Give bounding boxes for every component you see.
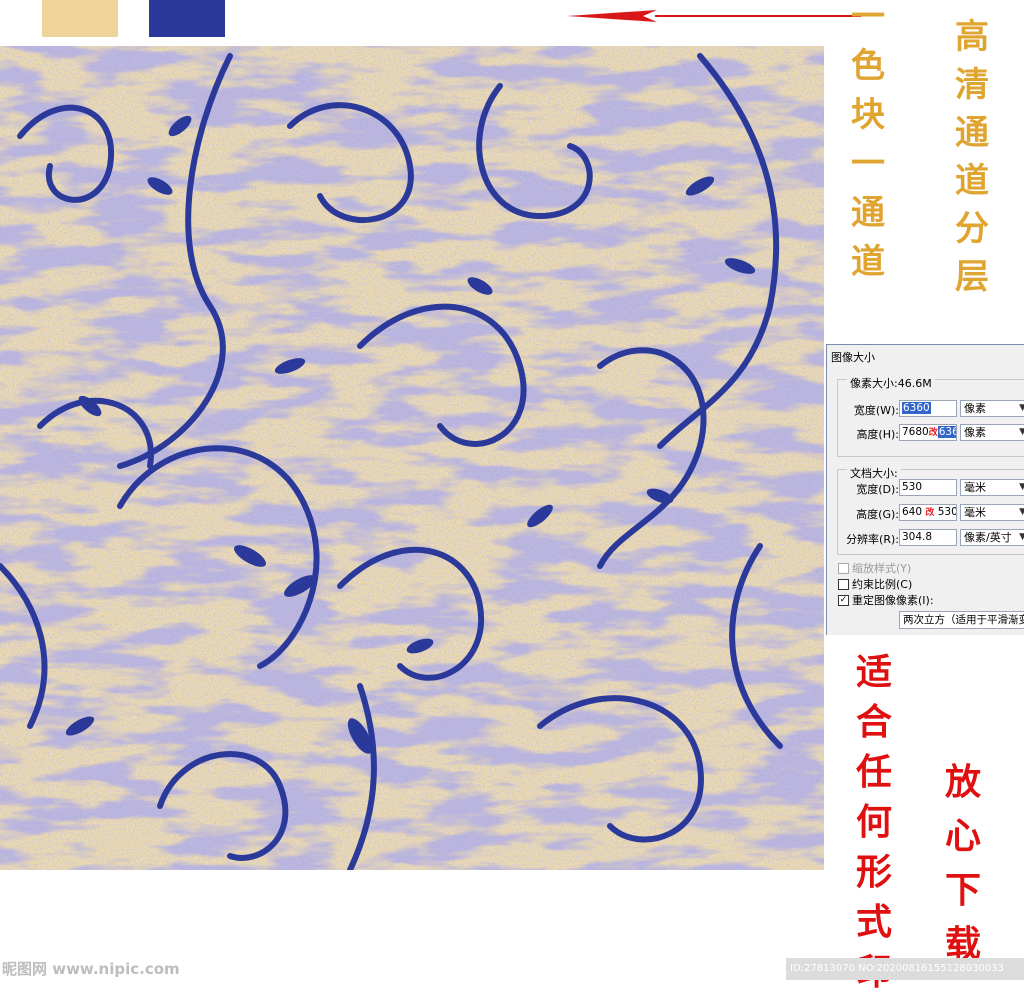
hd-channel-layers-caption: 高 清 通 道 分 层	[955, 17, 989, 297]
navy-color-swatch	[149, 0, 225, 37]
floral-pattern-image	[0, 46, 824, 870]
doc-height-unit-select[interactable]: 毫米▼	[960, 504, 1024, 521]
resolution-input[interactable]: 304.8	[899, 529, 957, 546]
height-unit-select[interactable]: 像素▼	[960, 424, 1024, 441]
height-input[interactable]: 7680改6360	[899, 424, 957, 441]
resolution-unit-select[interactable]: 像素/英寸▼	[960, 529, 1024, 546]
doc-height-label: 高度(G):	[856, 508, 899, 521]
height-label: 高度(H):	[856, 428, 899, 441]
chevron-down-icon: ▼	[1019, 505, 1024, 520]
checkmark-icon: ✓	[838, 594, 849, 606]
checkbox-icon	[838, 562, 849, 574]
chevron-down-icon: ▼	[1019, 480, 1024, 495]
image-size-dialog: 图像大小 像素大小:46.6M 宽度(W): 6360 像素▼ 高度(H): 7…	[826, 344, 1024, 635]
document-size-label: 文档大小:	[847, 465, 901, 481]
one-block-one-channel-caption: 一 色 块 一 通 道	[851, 0, 885, 282]
left-arrow-icon	[567, 10, 861, 22]
resample-image-checkbox[interactable]: ✓ 重定图像像素(I):	[838, 592, 934, 608]
dialog-title: 图像大小	[831, 351, 875, 364]
doc-width-label: 宽度(D):	[856, 483, 899, 496]
chevron-down-icon: ▼	[1019, 425, 1024, 440]
doc-width-unit-select[interactable]: 毫米▼	[960, 479, 1024, 496]
width-label: 宽度(W):	[853, 404, 899, 417]
width-input[interactable]: 6360	[899, 400, 957, 417]
cream-color-swatch	[42, 0, 118, 37]
site-watermark: 昵图网 www.nipic.com	[2, 960, 180, 978]
pixel-size-label: 像素大小:46.6M	[847, 375, 935, 391]
chevron-down-icon: ▼	[1019, 401, 1024, 416]
width-unit-select[interactable]: 像素▼	[960, 400, 1024, 417]
doc-height-input[interactable]: 640 改 530	[899, 504, 957, 521]
chevron-down-icon: ▼	[1019, 530, 1024, 545]
id-watermark: ID:27813070 NO:20200816155128030033	[786, 958, 1024, 980]
download-caption: 放 心 下 载	[945, 761, 982, 965]
constrain-proportions-checkbox[interactable]: 约束比例(C)	[838, 576, 912, 592]
resample-method-select[interactable]: 两次立方（适用于平滑渐变	[899, 611, 1024, 629]
checkbox-icon	[838, 578, 849, 590]
fit-any-print-caption: 适 合 任 何 形 式 印	[856, 651, 893, 990]
doc-width-input[interactable]: 530	[899, 479, 957, 496]
scale-styles-checkbox[interactable]: 缩放样式(Y)	[838, 560, 911, 576]
resolution-label: 分辨率(R):	[846, 533, 899, 546]
